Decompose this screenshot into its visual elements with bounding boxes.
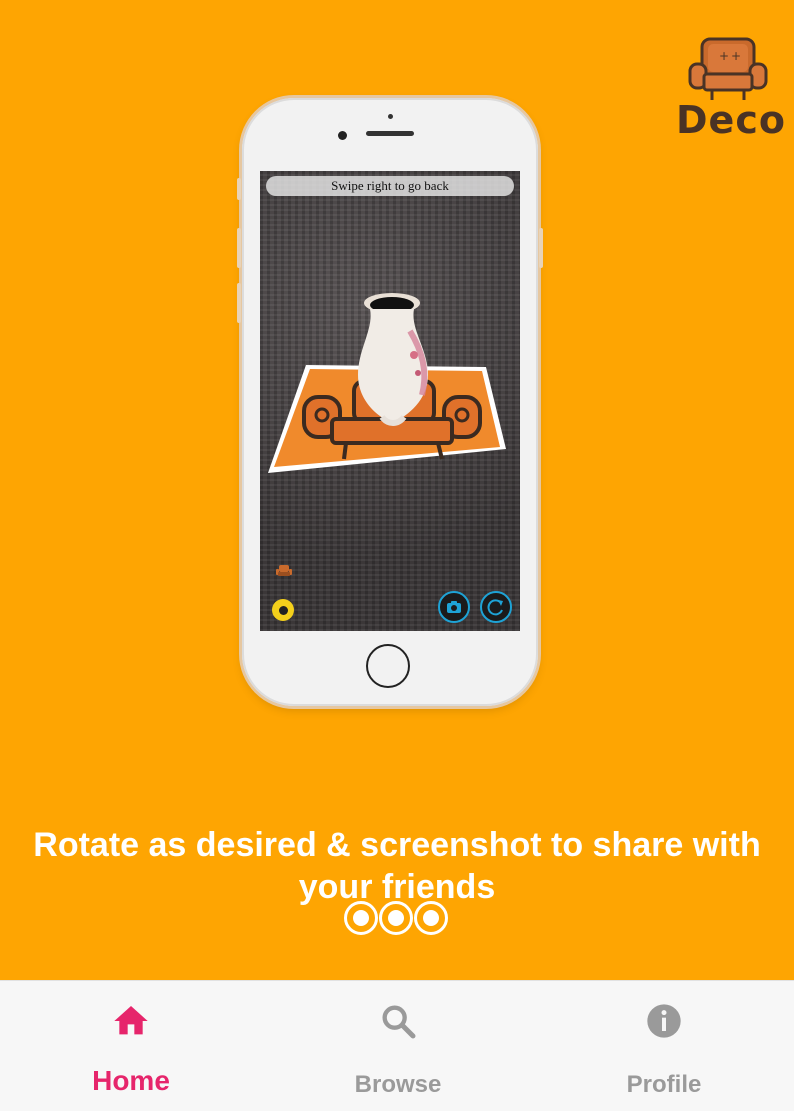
nav-home-label: Home bbox=[92, 1065, 170, 1096]
ar-camera-view: Swipe right to go back bbox=[260, 171, 520, 631]
camera-icon bbox=[447, 601, 461, 613]
brand-name: Deco bbox=[676, 98, 786, 142]
front-camera bbox=[338, 131, 347, 140]
nav-profile[interactable]: Profile bbox=[564, 981, 764, 1111]
onboarding-caption: Rotate as desired & screenshot to share … bbox=[33, 826, 761, 906]
armchair-logo-icon: + + bbox=[688, 37, 768, 100]
swipe-back-hint: Swipe right to go back bbox=[266, 176, 514, 196]
volume-down-button bbox=[237, 283, 241, 323]
mute-switch bbox=[237, 178, 241, 200]
volume-up-button bbox=[237, 228, 241, 268]
rotate-button[interactable] bbox=[480, 591, 512, 623]
ar-toggle-button[interactable] bbox=[272, 599, 294, 621]
page-dot-2[interactable] bbox=[379, 901, 413, 935]
chair-thumbnail-icon[interactable] bbox=[276, 564, 292, 578]
eye-icon bbox=[278, 605, 288, 615]
vase-3d-model bbox=[358, 293, 428, 426]
page-dot-3[interactable] bbox=[414, 901, 448, 935]
search-icon bbox=[382, 1005, 416, 1039]
info-icon bbox=[647, 1004, 681, 1038]
proximity-sensor bbox=[388, 114, 393, 119]
power-button bbox=[539, 228, 543, 268]
rotate-icon bbox=[487, 599, 503, 616]
nav-browse-label: Browse bbox=[354, 1071, 442, 1098]
earpiece-speaker bbox=[366, 131, 414, 136]
phone-mockup: Swipe right to go back bbox=[237, 98, 543, 706]
deco-logo: + + Deco bbox=[676, 36, 786, 142]
phone-home-button bbox=[366, 644, 410, 688]
screenshot-button[interactable] bbox=[438, 591, 470, 623]
svg-text:+: + bbox=[731, 49, 741, 63]
nav-profile-label: Profile bbox=[626, 1071, 702, 1098]
svg-text:+: + bbox=[719, 49, 729, 63]
nav-home[interactable]: Home bbox=[31, 981, 231, 1111]
nav-browse[interactable]: Browse bbox=[298, 981, 498, 1111]
pagination-dots bbox=[344, 901, 448, 935]
home-icon bbox=[114, 1006, 148, 1035]
bottom-navigation: Home Browse Profile bbox=[0, 980, 794, 1111]
page-dot-1[interactable] bbox=[344, 901, 378, 935]
